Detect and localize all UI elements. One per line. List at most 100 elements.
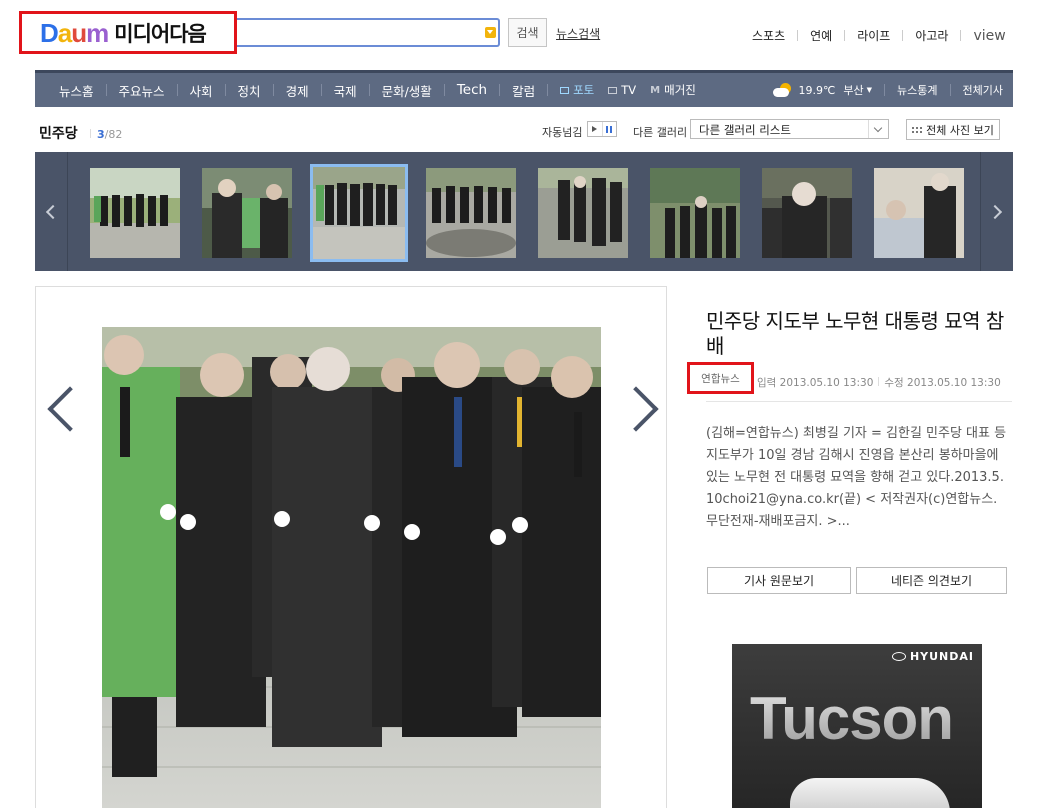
nav-tv-label: TV <box>621 83 637 97</box>
top-nav-life[interactable]: 라이프 <box>845 27 902 44</box>
top-nav-agora[interactable]: 아고라 <box>903 27 960 44</box>
divider <box>90 129 91 138</box>
nav-news-stats[interactable]: 뉴스통계 <box>885 82 949 98</box>
thumbnail-image <box>538 168 628 258</box>
autoplay-label: 자동넘김 <box>542 126 583 139</box>
main-photo <box>102 327 601 808</box>
view-original-article-button[interactable]: 기사 원문보기 <box>707 567 851 594</box>
article-title: 민주당 지도부 노무현 대통령 묘역 참배 <box>706 309 1004 358</box>
thumbnail-image <box>426 168 516 258</box>
gallery-current: 3 <box>97 128 105 141</box>
gallery-title: 민주당 <box>39 126 78 142</box>
photo-prev-button[interactable] <box>44 385 74 435</box>
strip-prev-button[interactable] <box>35 152 68 271</box>
thumbnail[interactable] <box>650 168 740 258</box>
play-icon <box>592 126 598 132</box>
thumbnail-image <box>874 168 964 258</box>
thumbnail-selected[interactable] <box>310 164 408 262</box>
thumbnail-image <box>90 168 180 258</box>
ad-brand: HYUNDAI <box>891 650 974 663</box>
search-button[interactable]: 검색 <box>508 18 547 47</box>
weather-temp: 19.9℃ <box>798 83 836 97</box>
article-edit-time: 수정 2013.05.10 13:30 <box>884 377 1001 389</box>
top-nav-entertainment[interactable]: 연예 <box>798 27 844 44</box>
chevron-left-icon <box>45 204 61 219</box>
thumbnail-image <box>202 168 292 258</box>
gallery-counter: 3/82 <box>90 128 122 141</box>
thumbnail-strip <box>35 152 1013 271</box>
magazine-icon: M <box>650 84 661 96</box>
search-field-wrap <box>237 18 500 47</box>
car-image <box>790 778 950 808</box>
nav-tv[interactable]: TV <box>606 83 648 97</box>
top-nav: 스포츠 연예 라이프 아고라 view <box>740 27 1018 44</box>
news-search-link[interactable]: 뉴스검색 <box>556 25 600 42</box>
divider <box>878 377 880 386</box>
nav-magazine[interactable]: M 매거진 <box>648 82 708 98</box>
article-source[interactable]: 연합뉴스 <box>687 362 754 394</box>
nav-news-home[interactable]: 뉴스홈 <box>47 81 106 100</box>
nav-culture[interactable]: 문화/생활 <box>370 81 444 100</box>
nav-top-news[interactable]: 주요뉴스 <box>107 81 177 100</box>
photo-next-button[interactable] <box>626 385 656 435</box>
ad-model-name: Tucson <box>750 685 954 752</box>
thumbnail[interactable] <box>426 168 516 258</box>
partly-cloudy-icon <box>772 83 793 97</box>
nav-column[interactable]: 칼럼 <box>500 81 547 100</box>
thumbnail[interactable] <box>762 168 852 258</box>
thumbnail-image <box>762 168 852 258</box>
daum-media-logo[interactable]: Daum 미디어다음 <box>19 11 237 54</box>
thumbnail[interactable] <box>202 168 292 258</box>
nav-economy[interactable]: 경제 <box>274 81 321 100</box>
nav-society[interactable]: 사회 <box>178 81 225 100</box>
photo-icon <box>560 86 570 94</box>
nav-magazine-label: 매거진 <box>664 83 696 97</box>
nav-world[interactable]: 국제 <box>322 81 369 100</box>
strip-next-button[interactable] <box>980 152 1013 271</box>
top-nav-sports[interactable]: 스포츠 <box>740 27 797 44</box>
chevron-right-icon <box>987 204 1003 219</box>
top-nav-view[interactable]: view <box>961 28 1017 44</box>
nav-photo-label: 포토 <box>573 83 595 97</box>
gallery-total: /82 <box>104 128 123 141</box>
page: Daum 미디어다음 검색 뉴스검색 스포츠 연예 라이프 아고라 view 뉴… <box>0 0 1039 808</box>
daum-logo-wordmark: Daum <box>40 17 109 48</box>
chevron-down-icon <box>868 120 888 138</box>
weather-dropdown-icon[interactable]: ▼ <box>867 86 872 94</box>
media-daum-label: 미디어다음 <box>114 21 207 46</box>
grid-icon <box>912 126 923 133</box>
play-button[interactable] <box>588 122 602 136</box>
divider <box>706 401 1012 402</box>
nav-all-articles[interactable]: 전체기사 <box>951 82 1009 98</box>
view-all-photos-button[interactable]: 전체 사진 보기 <box>906 119 1000 140</box>
thumbnail-image <box>650 168 740 258</box>
article-body: (김해=연합뉴스) 최병길 기자 = 김한길 민주당 대표 등 지도부가 10일… <box>706 426 1007 529</box>
search-input[interactable] <box>237 20 498 45</box>
hyundai-tucson-ad[interactable]: HYUNDAI Tucson <box>732 644 982 808</box>
other-gallery-select-value: 다른 갤러리 리스트 <box>699 123 791 137</box>
view-all-photos-label: 전체 사진 보기 <box>926 123 994 137</box>
thumbnail[interactable] <box>90 168 180 258</box>
weather-city[interactable]: 부산 <box>843 82 863 98</box>
nav-politics[interactable]: 정치 <box>226 81 273 100</box>
tv-icon <box>608 86 618 94</box>
main-photo-image <box>102 327 601 808</box>
thumbnail-image <box>313 167 405 259</box>
pause-icon <box>606 125 613 133</box>
autoplay-control <box>587 121 617 137</box>
ad-brand-label: HYUNDAI <box>909 650 974 663</box>
main-category-nav: 뉴스홈 주요뉴스 사회 정치 경제 국제 문화/생활 Tech 칼럼 포토 TV… <box>35 70 1013 107</box>
article-input-time: 입력 2013.05.10 13:30 <box>757 377 874 389</box>
article-meta: 입력 2013.05.10 13:30 수정 2013.05.10 13:30 <box>757 375 1001 390</box>
pause-button[interactable] <box>601 122 617 136</box>
thumbnail[interactable] <box>538 168 628 258</box>
gnb-right-area: 19.9℃ 부산 ▼ 뉴스통계 전체기사 <box>772 82 1013 98</box>
view-comments-button[interactable]: 네티즌 의견보기 <box>856 567 1007 594</box>
nav-tech[interactable]: Tech <box>445 82 499 98</box>
other-gallery-label: 다른 갤러리 <box>633 126 688 139</box>
other-gallery-select[interactable]: 다른 갤러리 리스트 <box>690 119 889 139</box>
search-dropdown-icon[interactable] <box>485 27 496 38</box>
thumbnail[interactable] <box>874 168 964 258</box>
nav-photo[interactable]: 포토 <box>548 82 606 98</box>
hyundai-logo-icon <box>891 652 906 661</box>
